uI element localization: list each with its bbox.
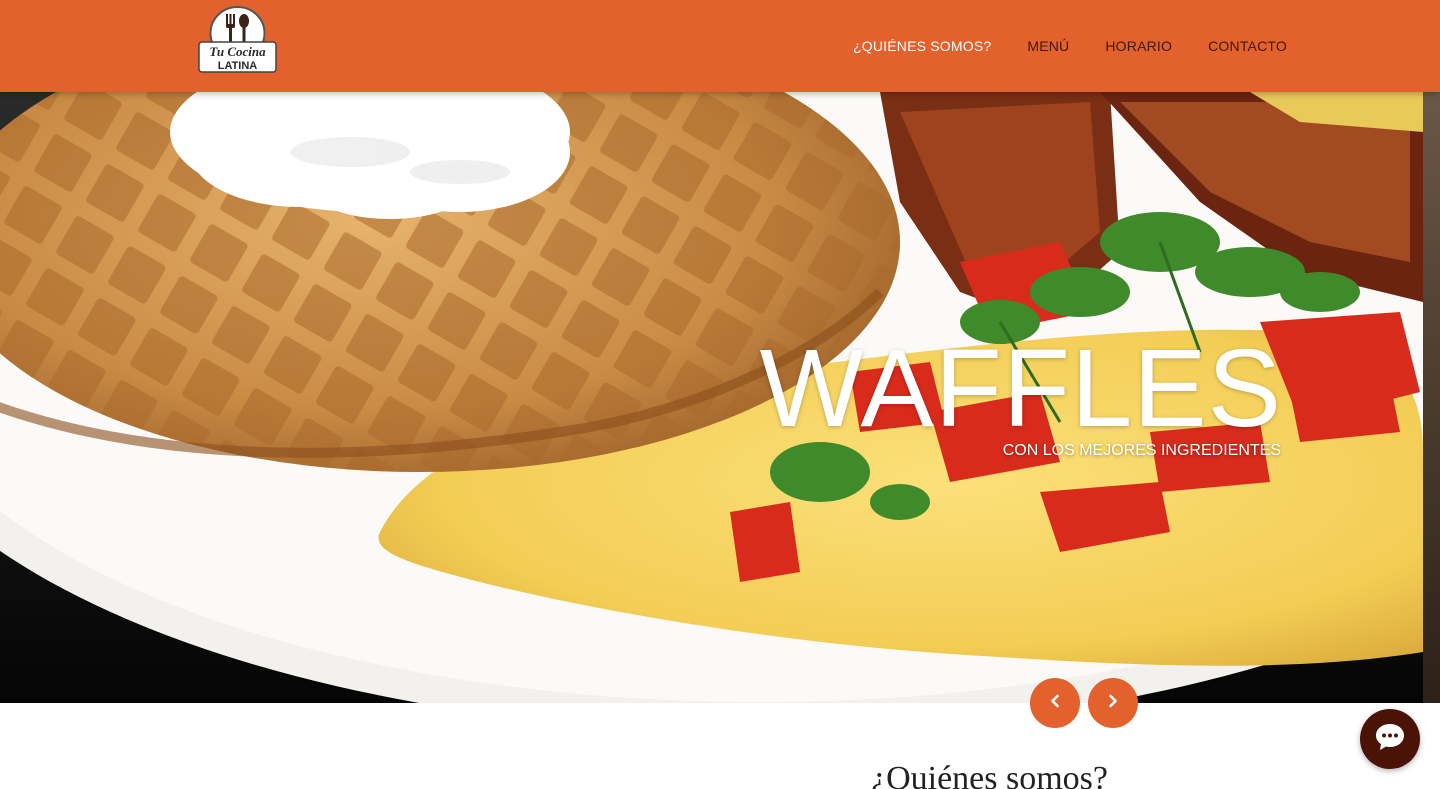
hero-subtitle: CON LOS MEJORES INGREDIENTES xyxy=(1002,442,1281,459)
main-nav: ¿QUIÉNES SOMOS? MENÚ HORARIO CONTACTO xyxy=(853,0,1287,92)
slider-prev-button[interactable] xyxy=(1030,678,1080,728)
section-title-quienes-somos: ¿Quiénes somos? xyxy=(871,760,1109,789)
chat-bubble-icon xyxy=(1374,722,1406,757)
nav-item-quienes-somos[interactable]: ¿QUIÉNES SOMOS? xyxy=(853,38,991,54)
slider-next-button[interactable] xyxy=(1088,678,1138,728)
nav-item-contacto[interactable]: CONTACTO xyxy=(1208,38,1287,54)
logo-text-tu-cocina: Tu Cocina xyxy=(209,44,266,59)
nav-item-horario[interactable]: HORARIO xyxy=(1105,38,1172,54)
chevron-right-icon xyxy=(1106,694,1120,713)
hero-edge xyxy=(1423,92,1440,703)
hero-title: WAFFLES xyxy=(759,327,1282,450)
chevron-left-icon xyxy=(1048,694,1062,713)
nav-item-menu[interactable]: MENÚ xyxy=(1027,38,1069,54)
brand-logo[interactable]: Tu Cocina LATINA xyxy=(197,6,278,73)
chat-widget-button[interactable] xyxy=(1360,709,1420,769)
logo-text-latina: LATINA xyxy=(218,60,258,72)
site-header: Tu Cocina LATINA ¿QUIÉNES SOMOS? MENÚ HO… xyxy=(0,0,1440,92)
